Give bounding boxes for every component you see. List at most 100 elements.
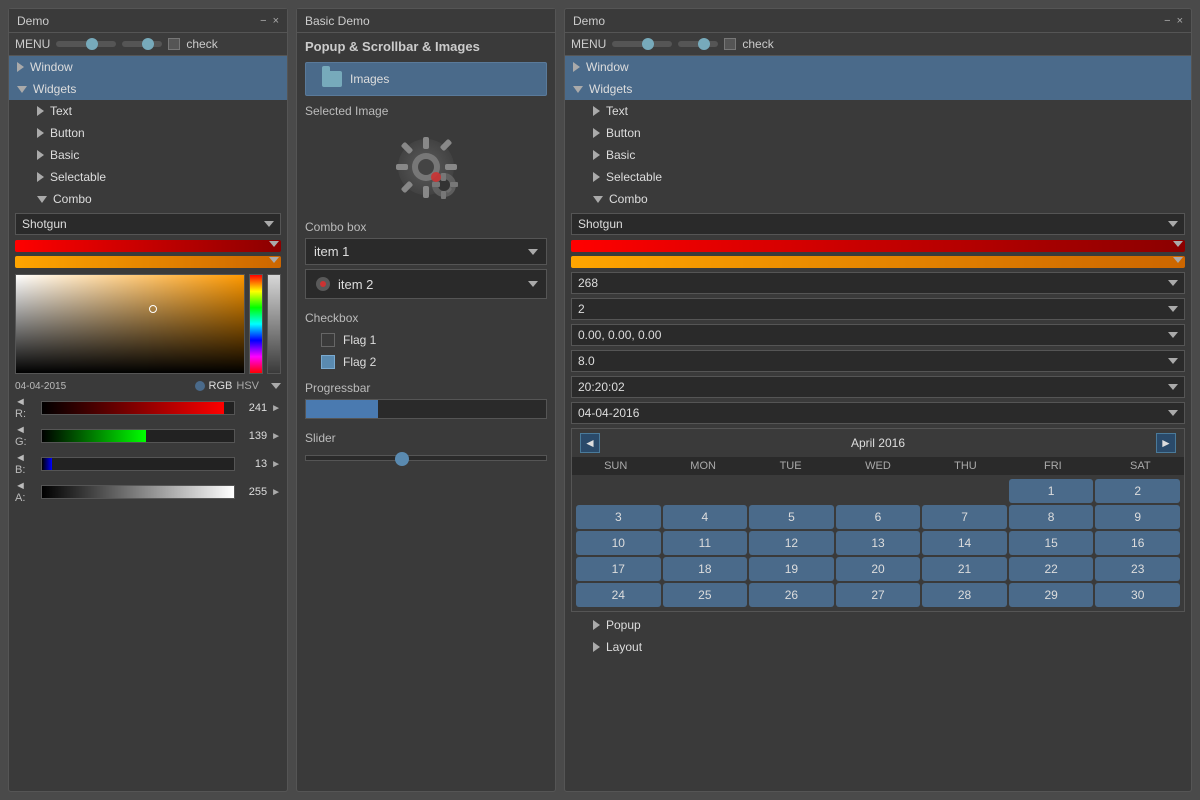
color-spectrum[interactable] <box>249 274 263 374</box>
right-field-268[interactable]: 268 <box>571 272 1185 294</box>
right-shotgun-dropdown[interactable]: Shotgun <box>571 213 1185 235</box>
cal-cell-day[interactable]: 7 <box>922 505 1007 529</box>
channel-r-arrow[interactable]: ► <box>271 403 281 414</box>
combo-item-2[interactable]: item 2 <box>305 269 547 299</box>
left-panel-close[interactable]: × <box>273 15 279 27</box>
channel-r-bar[interactable] <box>41 401 235 415</box>
cal-cell-day[interactable]: 26 <box>749 583 834 607</box>
flag2-checkbox[interactable] <box>321 355 335 369</box>
right-tree-item-text[interactable]: Text <box>585 100 1191 122</box>
right-tree-item-button[interactable]: Button <box>585 122 1191 144</box>
combo-item-2-inner: item 2 <box>314 275 373 293</box>
channel-a-bar[interactable] <box>41 485 235 499</box>
cal-cell-day[interactable]: 9 <box>1095 505 1180 529</box>
right-field-2-arrow <box>1168 306 1178 312</box>
cal-cell-day[interactable]: 17 <box>576 557 661 581</box>
right-field-coords[interactable]: 0.00, 0.00, 0.00 <box>571 324 1185 346</box>
shotgun-dropdown[interactable]: Shotgun <box>15 213 281 235</box>
tree-item-button[interactable]: Button <box>29 122 287 144</box>
calendar-grid: 1234567891011121314151617181920212223242… <box>572 475 1184 611</box>
cal-cell-day[interactable]: 30 <box>1095 583 1180 607</box>
color-mode-rgb-btn[interactable] <box>195 381 205 391</box>
channel-b-bar[interactable] <box>41 457 235 471</box>
right-tree-item-basic[interactable]: Basic <box>585 144 1191 166</box>
color-mode-group: RGB HSV <box>195 380 259 392</box>
cal-cell-day[interactable]: 12 <box>749 531 834 555</box>
cal-cell-day[interactable]: 3 <box>576 505 661 529</box>
right-date-field[interactable]: 04-04-2016 <box>571 402 1185 424</box>
cal-cell-day[interactable]: 4 <box>663 505 748 529</box>
color-crosshair <box>149 305 157 313</box>
right-panel-close[interactable]: × <box>1177 15 1183 27</box>
channel-g-bar[interactable] <box>41 429 235 443</box>
right-menu-slider2[interactable] <box>678 41 718 47</box>
cal-cell-day[interactable]: 20 <box>836 557 921 581</box>
channel-r-value: 241 <box>239 402 267 414</box>
slider-thumb[interactable] <box>395 452 409 466</box>
cal-cell-day[interactable]: 15 <box>1009 531 1094 555</box>
slider-track[interactable] <box>305 455 547 461</box>
cal-cell-day[interactable]: 16 <box>1095 531 1180 555</box>
right-menu-slider[interactable] <box>612 41 672 47</box>
combo-section: Combo box item 1 item 2 <box>297 216 555 307</box>
tree-item-basic[interactable]: Basic <box>29 144 287 166</box>
cal-cell-day[interactable]: 23 <box>1095 557 1180 581</box>
channel-a-arrow[interactable]: ► <box>271 487 281 498</box>
color-gradient[interactable] <box>15 274 245 374</box>
cal-cell-day[interactable]: 5 <box>749 505 834 529</box>
cal-cell-day[interactable]: 22 <box>1009 557 1094 581</box>
flag1-checkbox[interactable] <box>321 333 335 347</box>
cal-cell-day[interactable]: 29 <box>1009 583 1094 607</box>
cal-cell-day[interactable]: 18 <box>663 557 748 581</box>
cal-cell-day[interactable]: 24 <box>576 583 661 607</box>
tree-item-widgets[interactable]: Widgets <box>9 78 287 100</box>
right-panel-minimize[interactable]: − <box>1164 15 1170 27</box>
tree-item-window[interactable]: Window <box>9 56 287 78</box>
color-picker-row <box>15 274 281 374</box>
tree-item-selectable[interactable]: Selectable <box>29 166 287 188</box>
right-tree-item-widgets[interactable]: Widgets <box>565 78 1191 100</box>
left-menu-checkbox[interactable] <box>168 38 180 50</box>
combo-item-1[interactable]: item 1 <box>305 238 547 265</box>
cal-cell-day[interactable]: 10 <box>576 531 661 555</box>
left-panel-minimize[interactable]: − <box>260 15 266 27</box>
combo-item-2-icon <box>314 275 332 293</box>
channel-b-arrow[interactable]: ► <box>271 459 281 470</box>
left-menu-slider[interactable] <box>56 41 116 47</box>
cal-cell-day[interactable]: 14 <box>922 531 1007 555</box>
images-button[interactable]: Images <box>305 62 547 96</box>
right-field-80[interactable]: 8.0 <box>571 350 1185 372</box>
channel-g-arrow[interactable]: ► <box>271 431 281 442</box>
right-menu-check-label: check <box>742 37 773 51</box>
cal-cell-day[interactable]: 19 <box>749 557 834 581</box>
calendar-prev-btn[interactable]: ◄ <box>580 433 600 453</box>
right-menu-checkbox[interactable] <box>724 38 736 50</box>
color-gradient-overlay <box>16 275 244 373</box>
cal-cell-day[interactable]: 2 <box>1095 479 1180 503</box>
right-sub-popup[interactable]: Popup <box>585 614 1191 636</box>
cal-cell-day[interactable]: 13 <box>836 531 921 555</box>
right-tree-arrow-button <box>593 128 600 138</box>
tree-item-combo[interactable]: Combo <box>29 188 287 210</box>
right-sub-layout[interactable]: Layout <box>585 636 1191 658</box>
cal-cell-day[interactable]: 21 <box>922 557 1007 581</box>
cal-cell-day[interactable]: 28 <box>922 583 1007 607</box>
right-field-time[interactable]: 20:20:02 <box>571 376 1185 398</box>
right-tree-item-window[interactable]: Window <box>565 56 1191 78</box>
right-field-2[interactable]: 2 <box>571 298 1185 320</box>
tree-item-text[interactable]: Text <box>29 100 287 122</box>
left-menu-slider2[interactable] <box>122 41 162 47</box>
cal-cell-day[interactable]: 11 <box>663 531 748 555</box>
cal-cell-day[interactable]: 1 <box>1009 479 1094 503</box>
calendar-next-btn[interactable]: ► <box>1156 433 1176 453</box>
right-color-bar-orange-arrow <box>1173 257 1183 263</box>
cal-cell-day[interactable]: 25 <box>663 583 748 607</box>
color-alpha-bar[interactable] <box>267 274 281 374</box>
cal-cell-day[interactable]: 6 <box>836 505 921 529</box>
right-tree-item-selectable[interactable]: Selectable <box>585 166 1191 188</box>
cal-cell-day[interactable]: 27 <box>836 583 921 607</box>
right-field-time-arrow <box>1168 384 1178 390</box>
left-menu-check-label: check <box>186 37 217 51</box>
cal-cell-day[interactable]: 8 <box>1009 505 1094 529</box>
right-tree-item-combo[interactable]: Combo <box>585 188 1191 210</box>
